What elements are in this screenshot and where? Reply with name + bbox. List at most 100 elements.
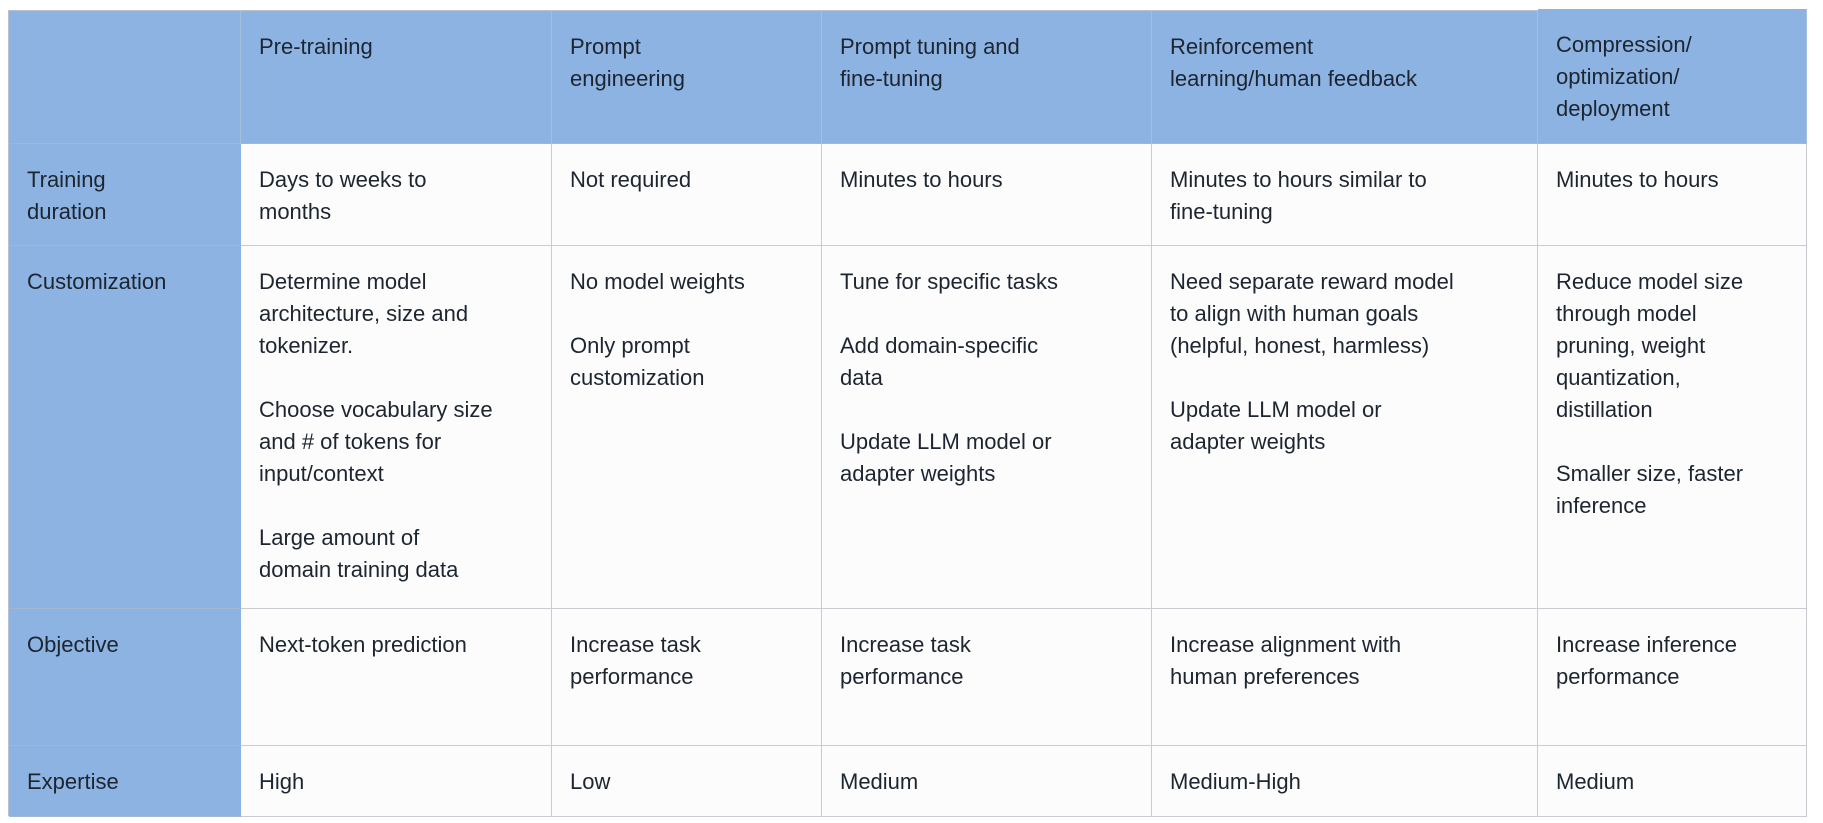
cell-text-line: Tune for specific tasks: [840, 269, 1059, 294]
cell-paragraph: Need separate reward model to align with …: [1170, 266, 1519, 362]
cell-text-line: Only prompt: [570, 333, 690, 358]
cell-paragraph: Minutes to hours: [1556, 164, 1788, 196]
table-cell-objective-prompt-engineering: Increase task performance: [552, 609, 822, 746]
table-cell-objective-prompt-tuning: Increase task performance: [822, 609, 1152, 746]
row-header-line: Training: [27, 167, 106, 192]
cell-text-line: Days to weeks to: [259, 167, 427, 192]
table-cell-training-duration-compression: Minutes to hours: [1538, 144, 1807, 246]
table-cell-training-duration-pre-training: Days to weeks to months: [241, 144, 552, 246]
cell-text-line: Determine model: [259, 269, 427, 294]
cell-paragraph: Increase task performance: [570, 629, 803, 693]
cell-paragraph: Add domain-specific data: [840, 330, 1133, 394]
cell-text-line: Choose vocabulary size: [259, 397, 493, 422]
cell-paragraph: No model weights: [570, 266, 803, 298]
cell-paragraph: Increase inference performance: [1556, 629, 1788, 693]
comparison-table: Pre-training Prompt engineering Prompt t…: [8, 9, 1807, 817]
cell-text-line: Increase inference: [1556, 632, 1737, 657]
column-header-line: engineering: [570, 66, 685, 91]
cell-paragraph: Increase alignment with human preferences: [1170, 629, 1519, 693]
cell-paragraph: Not required: [570, 164, 803, 196]
cell-paragraph: Update LLM model or adapter weights: [840, 426, 1133, 490]
cell-text-line: human preferences: [1170, 664, 1360, 689]
cell-text-line: Minutes to hours: [1556, 167, 1719, 192]
table-cell-customization-prompt-tuning: Tune for specific tasks Add domain-specif…: [822, 246, 1152, 609]
cell-text-line: Minutes to hours similar to: [1170, 167, 1427, 192]
cell-text-line: tokenizer.: [259, 333, 354, 358]
cell-paragraph: Tune for specific tasks: [840, 266, 1133, 298]
cell-text-line: Update LLM model or: [840, 429, 1052, 454]
row-header-line: duration: [27, 199, 107, 224]
row-header-line: Objective: [27, 632, 119, 657]
cell-paragraph: Days to weeks to months: [259, 164, 533, 228]
cell-text-line: Low: [570, 769, 611, 794]
column-header-line: fine-tuning: [840, 66, 943, 91]
row-header-line: Customization: [27, 269, 167, 294]
cell-text-line: Smaller size, faster: [1556, 461, 1744, 486]
cell-paragraph: Medium: [1556, 766, 1788, 798]
cell-text-line: to align with human goals: [1170, 301, 1419, 326]
cell-paragraph: High: [259, 766, 533, 798]
column-header-line: deployment: [1556, 96, 1670, 121]
table-cell-customization-pre-training: Determine model architecture, size and tok…: [241, 246, 552, 609]
column-header-line: Pre-training: [259, 34, 373, 59]
cell-text-line: adapter weights: [1170, 429, 1326, 454]
table-cell-expertise-pre-training: High: [241, 746, 552, 817]
table-cell-customization-rlhf: Need separate reward model to align with …: [1152, 246, 1538, 609]
row-header-customization: Customization: [9, 246, 241, 609]
cell-paragraph: Reduce model size through model pruning, w…: [1556, 266, 1788, 426]
cell-text-line: customization: [570, 365, 705, 390]
table-cell-training-duration-prompt-tuning: Minutes to hours: [822, 144, 1152, 246]
cell-paragraph: Low: [570, 766, 803, 798]
column-header-line: Compression/: [1556, 32, 1692, 57]
column-header-prompt-tuning: Prompt tuning and fine-tuning: [822, 11, 1152, 144]
cell-paragraph: Update LLM model or adapter weights: [1170, 394, 1519, 458]
cell-paragraph: Medium: [840, 766, 1133, 798]
cell-paragraph: Increase task performance: [840, 629, 1133, 693]
cell-text-line: performance: [840, 664, 964, 689]
table-cell-training-duration-rlhf: Minutes to hours similar to fine-tuning: [1152, 144, 1538, 246]
column-header-line: Prompt: [570, 34, 641, 59]
table-cell-training-duration-prompt-engineering: Not required: [552, 144, 822, 246]
column-header-line: learning/human feedback: [1170, 66, 1418, 91]
cell-text-line: distillation: [1556, 397, 1653, 422]
column-header-line: Reinforcement: [1170, 34, 1314, 59]
table-cell-expertise-prompt-engineering: Low: [552, 746, 822, 817]
column-header-rlhf: Reinforcement learning/human feedback: [1152, 11, 1538, 144]
cell-text-line: Not required: [570, 167, 692, 192]
cell-text-line: Minutes to hours: [840, 167, 1003, 192]
cell-text-line: through model: [1556, 301, 1697, 326]
cell-text-line: data: [840, 365, 883, 390]
cell-text-line: Medium: [840, 769, 919, 794]
column-header-line: Prompt tuning and: [840, 34, 1020, 59]
cell-text-line: domain training data: [259, 557, 459, 582]
cell-text-line: input/context: [259, 461, 384, 486]
row-header-objective: Objective: [9, 609, 241, 746]
cell-paragraph: Large amount of domain training data: [259, 522, 533, 586]
row-header-line: Expertise: [27, 769, 119, 794]
cell-text-line: inference: [1556, 493, 1647, 518]
table-cell-customization-compression: Reduce model size through model pruning, w…: [1538, 246, 1807, 609]
cell-paragraph: Minutes to hours: [840, 164, 1133, 196]
cell-text-line: Add domain-specific: [840, 333, 1039, 358]
cell-text-line: No model weights: [570, 269, 745, 294]
table-cell-expertise-compression: Medium: [1538, 746, 1807, 817]
cell-text-line: Need separate reward model: [1170, 269, 1454, 294]
table-cell-objective-compression: Increase inference performance: [1538, 609, 1807, 746]
cell-text-line: Medium: [1556, 769, 1635, 794]
table-cell-objective-rlhf: Increase alignment with human preferences: [1152, 609, 1538, 746]
cell-text-line: Medium-High: [1170, 769, 1301, 794]
cell-text-line: quantization,: [1556, 365, 1681, 390]
cell-paragraph: Medium-High: [1170, 766, 1519, 798]
cell-text-line: Update LLM model or: [1170, 397, 1382, 422]
cell-text-line: (helpful, honest, harmless): [1170, 333, 1430, 358]
cell-text-line: Increase task: [840, 632, 971, 657]
cell-text-line: Next-token prediction: [259, 632, 467, 657]
cell-text-line: Large amount of: [259, 525, 420, 550]
table-cell-customization-prompt-engineering: No model weights Only prompt customization: [552, 246, 822, 609]
cell-text-line: Reduce model size: [1556, 269, 1744, 294]
table-cell-objective-pre-training: Next-token prediction: [241, 609, 552, 746]
cell-text-line: Increase alignment with: [1170, 632, 1402, 657]
cell-text-line: and # of tokens for: [259, 429, 442, 454]
cell-paragraph: Only prompt customization: [570, 330, 803, 394]
cell-paragraph: Next-token prediction: [259, 629, 533, 661]
